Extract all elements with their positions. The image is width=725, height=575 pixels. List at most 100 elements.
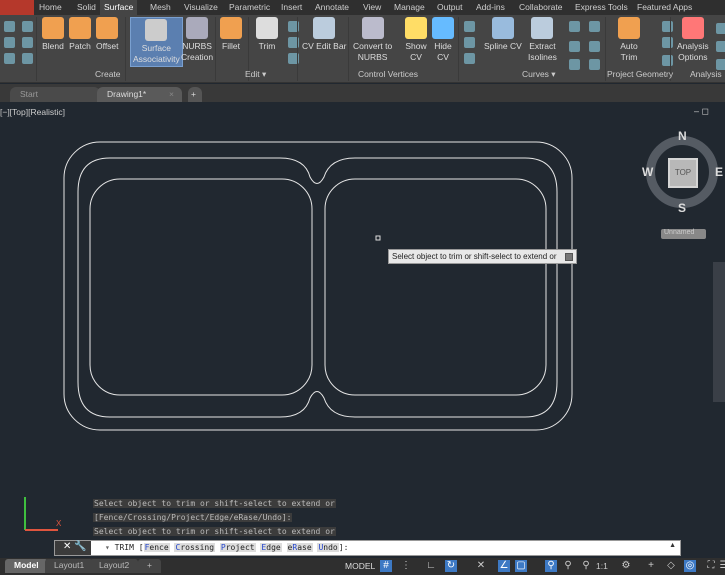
ribbon-tab-mesh[interactable]: Mesh [150,2,171,12]
osnap-tracking-icon[interactable]: ✕ [475,560,487,572]
panel-project-geometry[interactable]: Project Geometry [607,69,673,79]
small-tool-icon[interactable] [662,21,673,32]
tab-drawing1[interactable]: Drawing1* × [97,87,182,102]
customize-icon[interactable]: ☰ [718,560,725,572]
ribbon-tab-output[interactable]: Output [437,2,463,12]
small-tool-icon[interactable] [464,37,475,48]
command-option[interactable]: Undo [317,543,339,552]
new-tab-button[interactable]: + [188,87,202,102]
trim-button[interactable]: Trim [256,17,278,52]
cv-edit-bar-button[interactable]: CV Edit Bar [302,17,346,52]
close-tab-icon[interactable]: × [169,89,174,99]
small-tool-icon[interactable] [662,55,673,66]
small-tool-icon[interactable] [4,37,15,48]
panel-curves[interactable]: Curves ▾ [522,69,556,80]
model-space-toggle[interactable]: MODEL [345,561,375,571]
fullscreen-icon[interactable]: ⛶ [705,560,717,572]
ribbon-tab-annotate[interactable]: Annotate [315,2,349,12]
hardware-acceleration-icon[interactable]: ◎ [684,560,696,572]
command-option[interactable]: eRase [286,543,313,552]
annotation-scale[interactable]: 1:1 [596,561,608,571]
command-option[interactable]: Fence [143,543,170,552]
small-tool-icon[interactable] [716,41,725,52]
ribbon-tab-parametric[interactable]: Parametric [229,2,270,12]
command-line[interactable]: ✕ 🔧 ▾ TRIM [Fence Crossing Project Edge … [54,540,681,556]
hide-cv-button[interactable]: Hide CV [432,17,454,63]
ribbon-tab-manage[interactable]: Manage [394,2,425,12]
ribbon-tab-visualize[interactable]: Visualize [184,2,218,12]
dynamic-ucs-icon[interactable]: ∠ [498,560,510,572]
small-tool-icon[interactable] [589,41,600,52]
ribbon-tab-featured-apps[interactable]: Featured Apps [637,2,692,12]
ribbon-tab-express-tools[interactable]: Express Tools [575,2,628,12]
application-menu-button[interactable] [0,0,34,15]
layout-tab-model[interactable]: Model [5,559,48,573]
ucs-menu[interactable]: Unnamed [661,229,706,239]
analysis-button[interactable]: Analysis Options [677,17,709,63]
customize-wrench-icon[interactable]: 🔧 [74,541,86,552]
ribbon-tab-add-ins[interactable]: Add-ins [476,2,505,12]
small-tool-icon[interactable] [4,21,15,32]
auto-trim-button[interactable]: Auto Trim [618,17,640,63]
offset-button[interactable]: Offset [96,17,119,52]
tab-start[interactable]: Start [10,87,100,102]
grid-icon[interactable]: # [380,560,392,572]
layout-tab-layout2[interactable]: Layout2 [90,559,139,573]
nurbs-button[interactable]: NURBS Creation [181,17,213,63]
snap-icon[interactable]: ⋮ [400,560,412,572]
fillet-button[interactable]: Fillet [220,17,242,52]
compass-east[interactable]: E [715,165,723,179]
drawing-viewport[interactable]: [−][Top][Realistic] – ◻ X TOP N S W E Un… [0,102,725,540]
autoscale-icon[interactable]: ⚲ [562,560,574,572]
polar-icon[interactable]: ↻ [445,560,457,572]
ortho-icon[interactable]: ∟ [425,560,437,572]
small-tool-icon[interactable] [464,53,475,64]
small-tool-icon[interactable] [662,37,673,48]
small-tool-icon[interactable] [464,21,475,32]
blend-button[interactable]: Blend [42,17,64,52]
panel-edit[interactable]: Edit ▾ [245,69,266,80]
navigation-bar[interactable] [713,262,725,402]
patch-button[interactable]: Patch [69,17,91,52]
panel-analysis[interactable]: Analysis [690,69,722,79]
ribbon-tab-solid[interactable]: Solid [77,2,96,12]
command-option[interactable]: Edge [260,543,282,552]
annotation-scale-icon[interactable]: ⚲ [580,560,592,572]
selection-cycling-icon[interactable]: ▢ [515,560,527,572]
panel-create[interactable]: Create [95,69,121,79]
small-tool-icon[interactable] [22,37,33,48]
recent-commands-chevron-icon[interactable]: ▾ [105,543,110,552]
surface-assoc-button[interactable]: Surface Associativity [130,17,183,67]
small-tool-icon[interactable] [4,53,15,64]
ribbon-tab-insert[interactable]: Insert [281,2,302,12]
command-option[interactable]: Crossing [174,543,216,552]
small-tool-icon[interactable] [589,21,600,32]
spline-cv-button[interactable]: Spline CV [484,17,522,52]
ribbon-tab-surface[interactable]: Surface [100,0,138,15]
annotation-visibility-icon[interactable]: ⚲ [545,560,557,572]
small-tool-icon[interactable] [22,21,33,32]
close-icon[interactable]: ✕ [63,541,71,552]
layout-tab-layout1[interactable]: Layout1 [45,559,94,573]
ribbon-tab-view[interactable]: View [363,2,381,12]
show-cv-button[interactable]: Show CV [405,17,427,63]
ribbon-tab-home[interactable]: Home [39,2,62,12]
units-icon[interactable]: + [645,560,657,572]
convert-button[interactable]: Convert to NURBS [353,17,392,63]
viewcube-top-face[interactable]: TOP [668,158,698,188]
command-prompt[interactable]: ▾ TRIM [Fence Crossing Project Edge eRas… [105,543,348,552]
command-option[interactable]: Project [219,543,256,552]
new-layout-button[interactable]: + [138,559,161,573]
small-tool-icon[interactable] [569,59,580,70]
workspace-icon[interactable]: ⚙ [620,560,632,572]
small-tool-icon[interactable] [22,53,33,64]
compass-north[interactable]: N [678,129,687,143]
small-tool-icon[interactable] [716,23,725,34]
compass-west[interactable]: W [642,165,653,179]
small-tool-icon[interactable] [569,21,580,32]
extract-button[interactable]: Extract Isolines [528,17,557,63]
small-tool-icon[interactable] [569,41,580,52]
isolate-icon[interactable]: ◇ [665,560,677,572]
ribbon-tab-collaborate[interactable]: Collaborate [519,2,562,12]
panel-control-vertices[interactable]: Control Vertices [358,69,418,79]
